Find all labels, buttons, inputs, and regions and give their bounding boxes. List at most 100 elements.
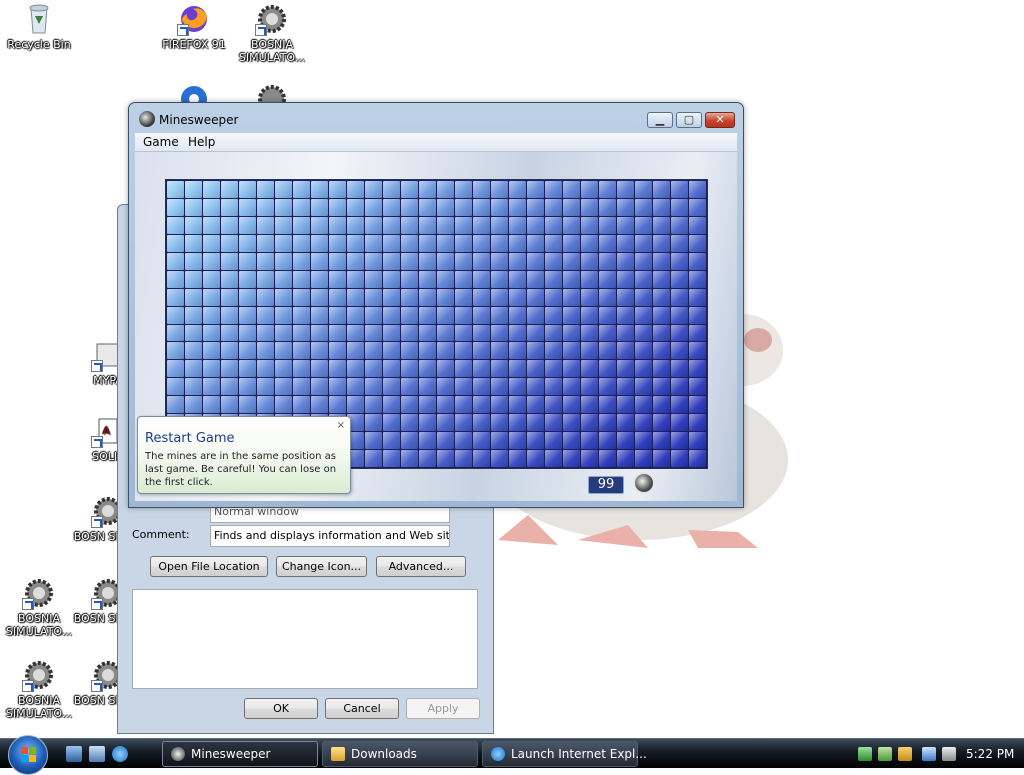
minefield-cell[interactable] [311, 234, 328, 252]
minefield-cell[interactable] [455, 342, 472, 360]
minefield-cell[interactable] [167, 396, 184, 414]
volume-muted-icon[interactable] [942, 747, 956, 761]
minefield-cell[interactable] [311, 288, 328, 306]
minefield-cell[interactable] [509, 396, 526, 414]
minefield-cell[interactable] [347, 252, 364, 270]
desktop-icon-bosnia-simulator-4[interactable]: BOSNIA SIMULATO... [1, 576, 77, 638]
minefield-cell[interactable] [167, 252, 184, 270]
minefield-cell[interactable] [347, 288, 364, 306]
minefield-cell[interactable] [491, 396, 508, 414]
minefield-cell[interactable] [491, 414, 508, 432]
minefield-cell[interactable] [437, 288, 454, 306]
minefield-cell[interactable] [275, 324, 292, 342]
minefield-cell[interactable] [329, 216, 346, 234]
minefield-cell[interactable] [527, 234, 544, 252]
minefield-cell[interactable] [473, 396, 490, 414]
minefield-cell[interactable] [491, 198, 508, 216]
minefield-cell[interactable] [473, 306, 490, 324]
minefield-cell[interactable] [383, 181, 400, 198]
minefield-cell[interactable] [527, 378, 544, 396]
minefield-cell[interactable] [653, 198, 670, 216]
minefield-cell[interactable] [653, 234, 670, 252]
minefield-cell[interactable] [437, 270, 454, 288]
minefield-cell[interactable] [689, 432, 706, 450]
minefield-cell[interactable] [653, 252, 670, 270]
minefield-cell[interactable] [617, 234, 634, 252]
minefield-cell[interactable] [491, 306, 508, 324]
minefield-cell[interactable] [599, 360, 616, 378]
minefield-cell[interactable] [185, 234, 202, 252]
minefield-cell[interactable] [653, 396, 670, 414]
advanced-button[interactable]: Advanced... [376, 556, 466, 577]
minefield-cell[interactable] [689, 414, 706, 432]
minefield-cell[interactable] [167, 198, 184, 216]
minefield-cell[interactable] [563, 181, 580, 198]
minefield-cell[interactable] [275, 288, 292, 306]
minefield-cell[interactable] [581, 324, 598, 342]
minefield-cell[interactable] [473, 198, 490, 216]
minefield-cell[interactable] [599, 342, 616, 360]
minefield-cell[interactable] [365, 270, 382, 288]
security-icon[interactable] [898, 747, 912, 761]
minefield-cell[interactable] [509, 216, 526, 234]
minefield-cell[interactable] [293, 378, 310, 396]
minefield-cell[interactable] [401, 252, 418, 270]
minefield-cell[interactable] [563, 270, 580, 288]
minefield-cell[interactable] [473, 378, 490, 396]
minefield-cell[interactable] [653, 181, 670, 198]
minefield-cell[interactable] [257, 270, 274, 288]
minefield-cell[interactable] [311, 360, 328, 378]
minefield-cell[interactable] [437, 216, 454, 234]
minefield-cell[interactable] [689, 450, 706, 467]
minefield-cell[interactable] [329, 181, 346, 198]
minefield-cell[interactable] [329, 342, 346, 360]
minefield-cell[interactable] [401, 234, 418, 252]
minefield-cell[interactable] [491, 181, 508, 198]
minefield-cell[interactable] [203, 342, 220, 360]
minefield-cell[interactable] [239, 378, 256, 396]
display-icon[interactable] [922, 747, 936, 761]
minefield-cell[interactable] [653, 270, 670, 288]
taskbar-button-downloads[interactable]: Downloads [322, 741, 478, 767]
minefield-cell[interactable] [671, 414, 688, 432]
minefield-cell[interactable] [545, 324, 562, 342]
comment-field[interactable]: Finds and displays information and Web s… [210, 525, 450, 547]
minefield-cell[interactable] [311, 306, 328, 324]
minefield-cell[interactable] [293, 198, 310, 216]
minefield-cell[interactable] [419, 432, 436, 450]
minefield-cell[interactable] [203, 306, 220, 324]
minefield-cell[interactable] [347, 198, 364, 216]
desktop-icon-recycle-bin[interactable]: Recycle Bin [1, 2, 77, 51]
switch-windows-icon[interactable] [89, 746, 105, 762]
minefield-cell[interactable] [347, 360, 364, 378]
minefield-cell[interactable] [419, 396, 436, 414]
minefield-cell[interactable] [185, 324, 202, 342]
minefield-cell[interactable] [383, 288, 400, 306]
minefield-cell[interactable] [257, 252, 274, 270]
minefield-cell[interactable] [347, 396, 364, 414]
minefield-cell[interactable] [293, 396, 310, 414]
minefield-cell[interactable] [617, 432, 634, 450]
minefield-cell[interactable] [221, 216, 238, 234]
minefield-cell[interactable] [581, 288, 598, 306]
minefield-cell[interactable] [473, 324, 490, 342]
minefield-cell[interactable] [617, 414, 634, 432]
minefield-cell[interactable] [455, 270, 472, 288]
minefield-cell[interactable] [491, 432, 508, 450]
minefield-cell[interactable] [329, 396, 346, 414]
minefield-cell[interactable] [671, 360, 688, 378]
minefield-cell[interactable] [383, 360, 400, 378]
minefield-cell[interactable] [221, 181, 238, 198]
minefield-cell[interactable] [527, 270, 544, 288]
minefield-cell[interactable] [221, 360, 238, 378]
minefield-cell[interactable] [293, 270, 310, 288]
minefield-cell[interactable] [599, 270, 616, 288]
minefield-cell[interactable] [473, 450, 490, 467]
minefield-cell[interactable] [311, 378, 328, 396]
minesweeper-titlebar[interactable]: Minesweeper ▁ ▢ ✕ [129, 103, 743, 133]
minefield-cell[interactable] [527, 181, 544, 198]
minefield-cell[interactable] [419, 450, 436, 467]
minefield-cell[interactable] [437, 252, 454, 270]
minefield-cell[interactable] [437, 396, 454, 414]
minefield-cell[interactable] [347, 216, 364, 234]
